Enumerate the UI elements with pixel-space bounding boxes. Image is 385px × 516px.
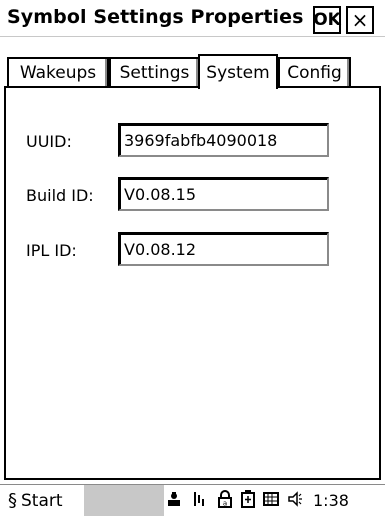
connectivity-icon[interactable]: [191, 490, 209, 512]
tab-strip: Wakeups Settings System Config: [0, 37, 385, 89]
tab-divider: [276, 86, 381, 88]
keyboard-icon[interactable]: [263, 491, 279, 510]
battery-icon[interactable]: [241, 489, 255, 512]
system-tray: a 1:38: [165, 485, 349, 516]
clock[interactable]: 1:38: [313, 491, 349, 510]
window-title: Symbol Settings Properties: [7, 6, 304, 28]
title-bar: Symbol Settings Properties OK ×: [0, 0, 385, 37]
tab-divider: [4, 86, 200, 88]
ok-button[interactable]: OK: [313, 6, 341, 34]
symbol-logo-icon: §: [8, 490, 17, 511]
start-label: Start: [21, 490, 63, 511]
tab-config[interactable]: Config: [278, 57, 351, 87]
start-button[interactable]: § Start: [0, 485, 84, 516]
ipl-id-field[interactable]: V0.08.12: [118, 232, 329, 266]
uuid-label: UUID:: [26, 132, 72, 151]
uuid-field[interactable]: 3969fabfb4090018: [118, 123, 329, 157]
ipl-id-label: IPL ID:: [26, 241, 77, 260]
system-tab-panel: UUID: 3969fabfb4090018 Build ID: V0.08.1…: [4, 86, 381, 480]
lock-icon[interactable]: a: [217, 489, 233, 512]
tab-wakeups[interactable]: Wakeups: [7, 57, 109, 87]
speaker-icon[interactable]: [287, 490, 303, 512]
network-icon[interactable]: [165, 490, 183, 512]
svg-text:a: a: [223, 499, 227, 507]
build-id-label: Build ID:: [26, 186, 94, 205]
tab-settings[interactable]: Settings: [109, 57, 200, 87]
tab-system[interactable]: System: [198, 54, 278, 89]
taskbar-spacer: [84, 485, 164, 516]
build-id-field[interactable]: V0.08.15: [118, 177, 329, 211]
taskbar: § Start a 1:38: [0, 484, 385, 516]
close-button[interactable]: ×: [346, 6, 374, 34]
